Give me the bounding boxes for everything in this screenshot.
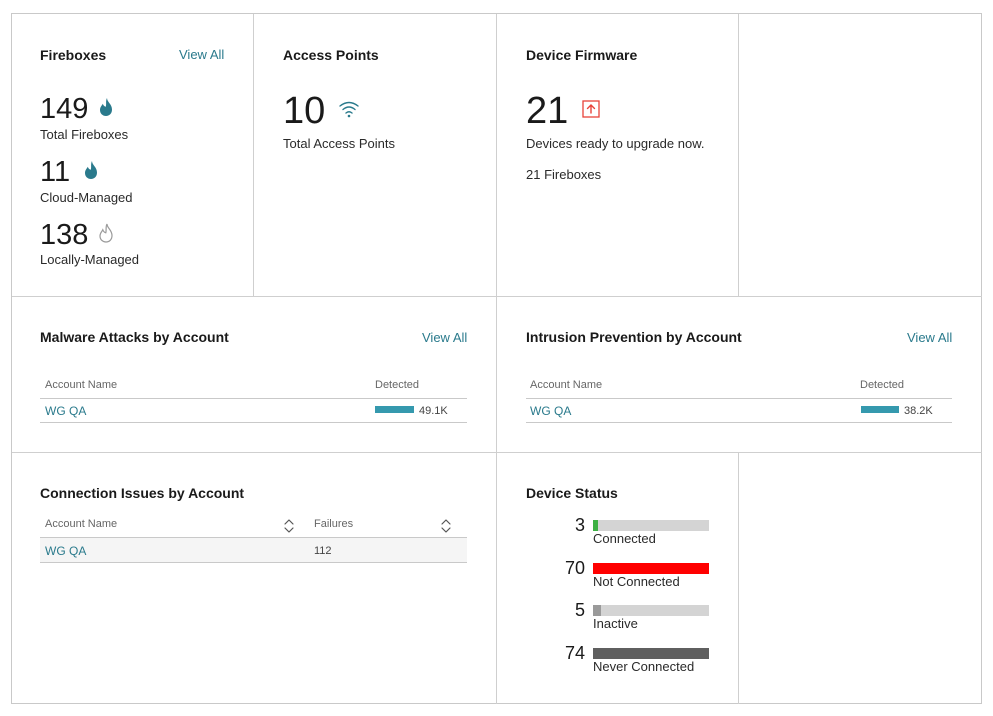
flame-icon	[85, 161, 97, 179]
status-bar-fill	[593, 605, 602, 616]
view-all-link[interactable]: View All	[179, 47, 224, 62]
sort-icon[interactable]	[440, 518, 452, 534]
status-label: Not Connected	[593, 574, 680, 589]
widget-title: Device Firmware	[526, 47, 638, 63]
grid-divider	[738, 452, 739, 704]
account-link[interactable]: WG QA	[45, 544, 86, 558]
column-header-account: Account Name	[530, 379, 603, 391]
column-header-account: Account Name	[45, 379, 118, 391]
cloud-managed-label: Cloud-Managed	[40, 190, 133, 205]
status-count: 3	[574, 515, 585, 535]
table-divider	[40, 422, 467, 423]
view-all-link[interactable]: View All	[907, 330, 952, 345]
table-divider	[526, 398, 952, 399]
flame-icon	[100, 98, 112, 116]
cloud-managed-count: 11	[40, 156, 71, 188]
detected-value: 49.1K	[419, 405, 448, 417]
status-label: Connected	[593, 531, 656, 546]
grid-divider	[12, 296, 982, 297]
column-header-detected: Detected	[860, 379, 905, 391]
widget-title: Malware Attacks by Account	[40, 329, 229, 345]
detected-bar	[861, 406, 899, 413]
status-label: Never Connected	[593, 659, 695, 674]
firmware-upgrade-label: Devices ready to upgrade now.	[526, 136, 705, 151]
failures-value: 112	[314, 545, 332, 557]
table-divider	[40, 398, 467, 399]
sort-icon[interactable]	[283, 518, 295, 534]
status-bar-track	[593, 648, 709, 659]
widget-title: Access Points	[283, 47, 379, 63]
account-link[interactable]: WG QA	[530, 404, 571, 418]
detected-value: 38.2K	[904, 405, 933, 417]
view-all-link[interactable]: View All	[422, 330, 467, 345]
status-bar-fill	[593, 520, 598, 531]
status-count: 70	[564, 558, 585, 578]
access-points-count: 10	[283, 90, 326, 132]
total-fireboxes-count: 149	[40, 93, 89, 125]
firmware-upgrade-count: 21	[526, 90, 569, 132]
flame-outline-icon	[99, 223, 113, 243]
status-count: 74	[564, 643, 585, 663]
detected-bar	[375, 406, 414, 413]
column-header-failures: Failures	[314, 518, 354, 530]
grid-divider	[738, 14, 739, 296]
firmware-detail[interactable]: 21 Fireboxes	[526, 167, 601, 182]
widget-title: Fireboxes	[40, 47, 107, 63]
locally-managed-label: Locally-Managed	[40, 252, 140, 267]
grid-divider	[496, 14, 497, 704]
status-bar-fill	[593, 563, 709, 574]
status-bar-fill	[593, 648, 709, 659]
access-points-label: Total Access Points	[283, 136, 395, 151]
widget-title: Connection Issues by Account	[40, 485, 245, 501]
grid-divider	[12, 452, 982, 453]
wifi-icon	[339, 101, 359, 118]
status-label: Inactive	[593, 616, 638, 631]
table-divider	[40, 562, 467, 563]
upgrade-icon	[582, 100, 600, 118]
widget-title: Intrusion Prevention by Account	[526, 329, 742, 345]
grid-divider	[253, 14, 254, 296]
table-divider	[526, 422, 952, 423]
locally-managed-count: 138	[40, 219, 89, 251]
column-header-detected: Detected	[375, 379, 420, 391]
column-header-account: Account Name	[45, 518, 118, 530]
status-bar-track	[593, 563, 709, 574]
status-count: 5	[574, 600, 585, 620]
widget-title: Device Status	[526, 485, 618, 501]
account-link[interactable]: WG QA	[45, 404, 86, 418]
status-bar-track	[593, 520, 709, 531]
total-fireboxes-label: Total Fireboxes	[40, 127, 129, 142]
status-bar-track	[593, 605, 709, 616]
table-row	[40, 538, 467, 562]
